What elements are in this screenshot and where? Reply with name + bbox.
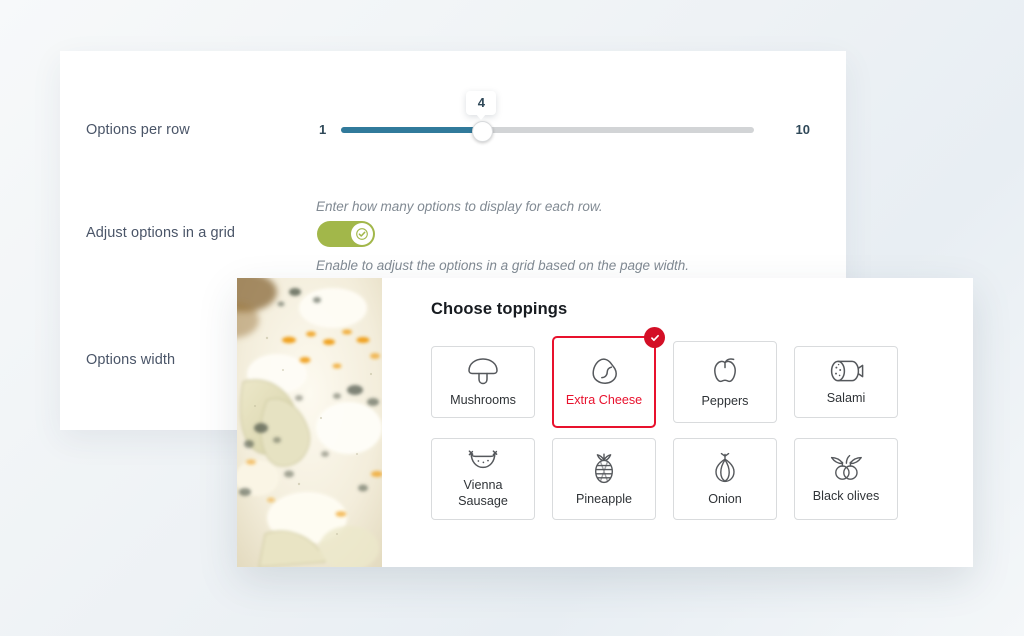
- topping-card-pineapple[interactable]: Pineapple: [552, 438, 656, 520]
- pineapple-icon: [590, 451, 618, 485]
- options-per-row-slider[interactable]: 1 10 4: [315, 91, 810, 143]
- topping-label: Black olives: [812, 488, 880, 503]
- toppings-grid-row-2: Vienna Sausage Pineapple Onion Black oli…: [431, 438, 947, 520]
- slider-track[interactable]: 4: [341, 91, 754, 142]
- topping-label: Vienna Sausage: [458, 478, 508, 508]
- onion-icon: [711, 451, 739, 485]
- salami-icon: [828, 358, 864, 384]
- slider-thumb[interactable]: [471, 120, 493, 142]
- topping-label: Salami: [826, 390, 866, 405]
- topping-card-extra-cheese[interactable]: Extra Cheese: [552, 327, 665, 428]
- pizza-photo: [237, 278, 382, 567]
- topping-label: Pineapple: [575, 491, 633, 506]
- slider-value-tooltip: 4: [466, 91, 497, 120]
- setting-label-options-per-row: Options per row: [86, 122, 190, 138]
- setting-label-options-width: Options width: [86, 352, 176, 368]
- topping-card-salami[interactable]: Salami: [794, 346, 898, 418]
- toppings-grid-row-1: Mushrooms Extra Cheese Peppers Salami: [431, 327, 947, 428]
- topping-card-onion[interactable]: Onion: [673, 438, 777, 520]
- helper-text-adjust-grid: Enable to adjust the options in a grid b…: [316, 258, 690, 273]
- slider-max-label: 10: [795, 122, 810, 137]
- topping-card-mushrooms[interactable]: Mushrooms: [431, 346, 535, 418]
- check-icon: [356, 228, 368, 240]
- toppings-body: Choose toppings Mushrooms Extra Cheese P…: [382, 278, 973, 567]
- olives-icon: [829, 454, 863, 482]
- toppings-panel: Choose toppings Mushrooms Extra Cheese P…: [237, 278, 973, 567]
- adjust-grid-toggle[interactable]: [317, 221, 375, 247]
- pepper-icon: [709, 355, 741, 387]
- topping-label: Extra Cheese: [565, 392, 643, 407]
- topping-label: Peppers: [701, 393, 749, 408]
- sausage-icon: [466, 449, 500, 471]
- toggle-knob: [351, 223, 373, 245]
- cheese-icon: [587, 356, 621, 386]
- topping-card-black-olives[interactable]: Black olives: [794, 438, 898, 520]
- toppings-title: Choose toppings: [431, 300, 568, 318]
- slider-fill: [341, 127, 482, 133]
- topping-card-peppers[interactable]: Peppers: [673, 341, 777, 423]
- selected-check-badge: [644, 327, 665, 348]
- topping-label: Mushrooms: [450, 392, 516, 407]
- helper-text-options-per-row: Enter how many options to display for ea…: [316, 199, 603, 214]
- slider-min-label: 1: [319, 122, 327, 137]
- topping-label: Onion: [708, 491, 742, 506]
- mushroom-icon: [466, 356, 500, 386]
- setting-label-adjust-grid: Adjust options in a grid: [86, 225, 236, 241]
- topping-card-vienna-sausage[interactable]: Vienna Sausage: [431, 438, 535, 520]
